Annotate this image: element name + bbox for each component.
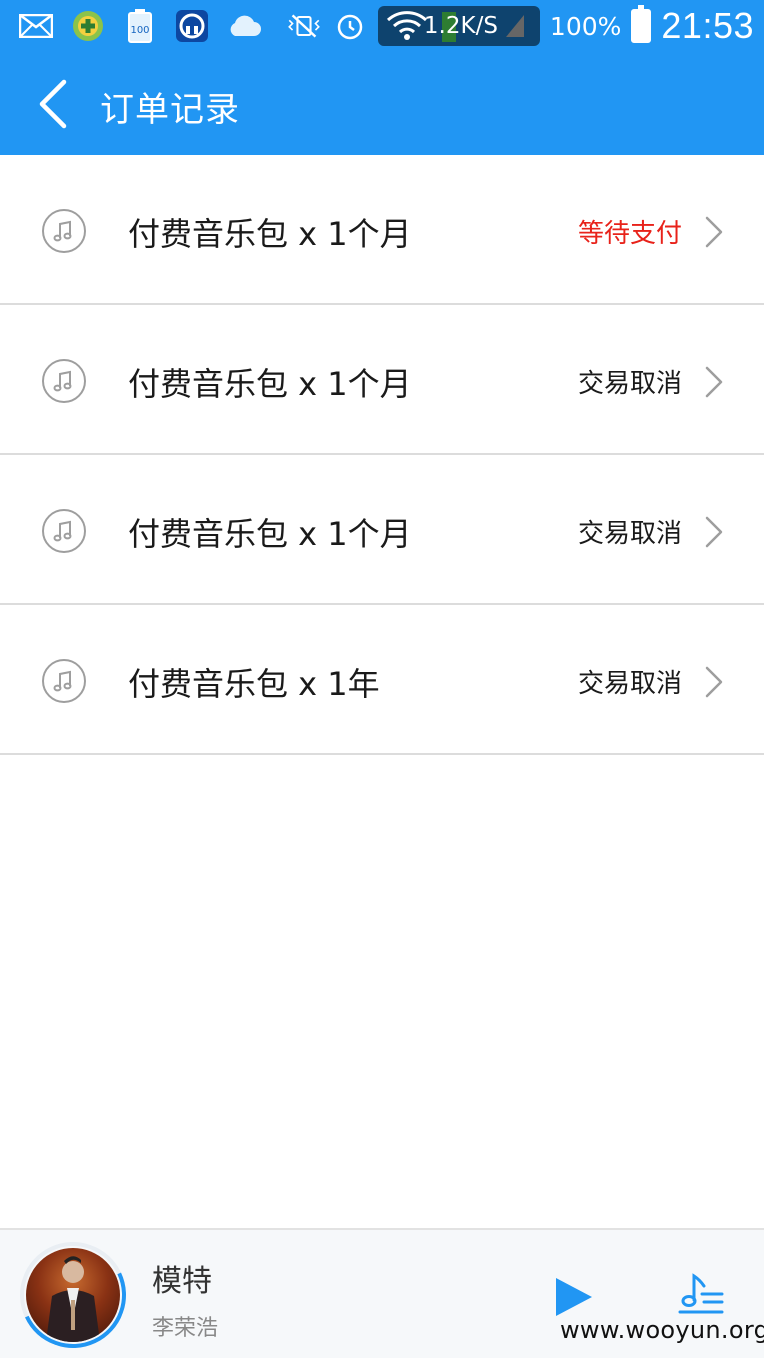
chevron-left-icon[interactable]: [34, 78, 74, 130]
album-cover[interactable]: [26, 1248, 120, 1342]
order-name: 付费音乐包 x 1个月: [128, 515, 412, 553]
music-note-icon: [42, 659, 86, 703]
mini-player[interactable]: 模特 李荣浩 www.wooyun.org: [0, 1227, 764, 1358]
music-note-icon: [42, 209, 86, 253]
headset-app-icon: [174, 10, 210, 42]
play-icon[interactable]: [554, 1276, 594, 1318]
status-bar: 100 1.2K/S 100% 21:53: [0, 0, 764, 52]
playlist-button[interactable]: [676, 1270, 726, 1320]
watermark: www.wooyun.org: [560, 1316, 764, 1344]
play-button[interactable]: [554, 1276, 594, 1318]
chevron-right-icon: [704, 365, 724, 399]
network-speed-indicator: 1.2K/S: [377, 6, 540, 46]
order-row[interactable]: 付费音乐包 x 1个月 交易取消: [0, 455, 764, 605]
song-artist: 李荣浩: [152, 1316, 219, 1341]
svg-text:100: 100: [130, 25, 149, 36]
battery-percent: 100%: [549, 11, 622, 41]
music-note-icon: [42, 359, 86, 403]
mail-icon: [18, 11, 54, 41]
order-list: 付费音乐包 x 1个月 等待支付 付费音乐包 x 1个月 交易取消 付费音乐包 …: [0, 155, 764, 755]
chevron-right-icon: [704, 515, 724, 549]
playlist-icon[interactable]: [676, 1270, 726, 1320]
clock: 21:53: [661, 5, 754, 46]
signal-icon: [505, 15, 524, 37]
order-name: 付费音乐包 x 1年: [128, 665, 380, 703]
chevron-right-icon: [704, 665, 724, 699]
order-row[interactable]: 付费音乐包 x 1个月 等待支付: [0, 155, 764, 305]
network-speed-text: 1.2K/S: [423, 13, 498, 39]
cloud-icon: [226, 11, 262, 41]
order-status: 交易取消: [577, 369, 682, 399]
vibrate-mute-icon: [286, 11, 322, 41]
album-cover-image: [46, 1256, 100, 1342]
alarm-icon: [332, 11, 368, 41]
page-title: 订单记录: [100, 90, 240, 130]
order-name: 付费音乐包 x 1个月: [128, 365, 412, 403]
order-status: 交易取消: [577, 669, 682, 699]
order-status: 交易取消: [577, 519, 682, 549]
wifi-icon: [386, 11, 427, 40]
order-row[interactable]: 付费音乐包 x 1个月 交易取消: [0, 305, 764, 455]
music-note-icon: [42, 509, 86, 553]
order-name: 付费音乐包 x 1个月: [128, 215, 412, 253]
battery-100-app-icon: 100: [122, 9, 158, 43]
app-header: 100 1.2K/S 100% 21:53 订单记录: [0, 0, 764, 155]
plus-app-icon: [70, 11, 106, 41]
order-status: 等待支付: [577, 219, 682, 249]
battery-icon: [631, 5, 652, 43]
song-title: 模特: [152, 1264, 212, 1299]
back-button[interactable]: [34, 78, 74, 130]
chevron-right-icon: [704, 215, 724, 249]
order-row[interactable]: 付费音乐包 x 1年 交易取消: [0, 605, 764, 755]
